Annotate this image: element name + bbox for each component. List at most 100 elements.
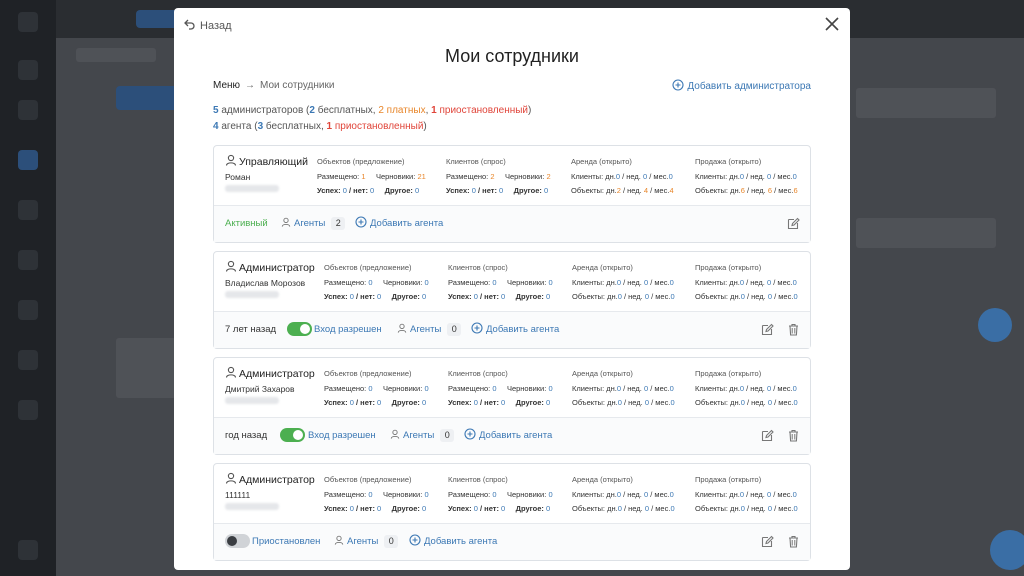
user-icon (225, 154, 237, 169)
placed-label: Размещено: (324, 383, 367, 393)
add-agent-button[interactable]: Добавить агента (471, 322, 559, 337)
drafts-label: Черновики: (382, 383, 423, 393)
week-label: / нед. (746, 292, 766, 301)
agents-link[interactable]: Агенты 0 (397, 323, 462, 336)
sale-clients-day: 0 (739, 383, 745, 393)
objects-title: Объектов (предложение) (317, 157, 405, 166)
clients-success: 0 (473, 504, 478, 513)
add-agent-button[interactable]: Добавить агента (464, 428, 552, 443)
sale-clients-month: 0 (792, 171, 797, 181)
week-label: / нед. (746, 171, 765, 181)
admins-paused-word: приостановленный (436, 105, 529, 116)
clients-stats: Клиентов (спрос) Размещено: 0 Черновики:… (448, 261, 553, 305)
login-toggle[interactable] (225, 534, 250, 548)
objects-success: 0 (349, 504, 354, 513)
agents-close: ) (423, 121, 427, 132)
clients-title: Клиентов (спрос) (448, 369, 508, 378)
other-label: Другое: (384, 186, 413, 195)
trash-icon[interactable] (787, 535, 800, 548)
employee-card-actions: Активный Агенты 2 Добавить агента (214, 206, 810, 242)
agents-count-badge: 0 (447, 323, 462, 336)
clients-day-label: Клиенты: дн. (572, 277, 617, 287)
login-toggle[interactable] (280, 428, 305, 442)
objects-placed: 0 (368, 383, 373, 393)
other-label: Другое: (513, 186, 542, 195)
edit-icon[interactable] (761, 535, 774, 548)
admins-summary: 5 администраторов (2 бесплатных, 2 платн… (213, 103, 531, 119)
edit-icon[interactable] (787, 217, 800, 230)
employee-role: Администратор (225, 472, 315, 487)
objects-placed: 1 (361, 171, 366, 181)
rent-objects-day: 0 (617, 398, 622, 407)
add-admin-button[interactable]: Добавить администратора (672, 79, 811, 94)
clients-no: 0 (501, 504, 506, 513)
agents-label: Агенты (403, 430, 435, 441)
rent-objects-week: 4 (643, 186, 649, 195)
objects-no: 0 (377, 292, 382, 301)
employee-card-actions: 7 лет назад Вход разрешен Агенты 0 Добав… (214, 312, 810, 348)
close-icon[interactable] (822, 14, 842, 34)
drafts-label: Черновики: (504, 171, 545, 181)
drafts-label: Черновики: (506, 489, 547, 499)
toggle-knob (227, 536, 237, 546)
week-label: / нед. (746, 489, 765, 499)
other-label: Другое: (391, 504, 420, 513)
trash-icon[interactable] (787, 429, 800, 442)
week-label: / нед. (623, 277, 642, 287)
sale-clients-week: 0 (766, 277, 772, 287)
edit-icon[interactable] (761, 323, 774, 336)
trash-icon[interactable] (787, 323, 800, 336)
month-label: / мес. (650, 383, 670, 393)
agents-link[interactable]: Агенты 2 (281, 217, 346, 230)
objects-other: 0 (415, 186, 420, 195)
rent-objects: Объекты: дн.0 / нед. 0 / мес.0 (572, 396, 675, 411)
agents-label: Агенты (347, 536, 379, 547)
employee-card-actions: год назад Вход разрешен Агенты 0 Добавит… (214, 418, 810, 454)
objects-stats: Объектов (предложение) Размещено: 0 Черн… (324, 367, 429, 411)
agents-link[interactable]: Агенты 0 (334, 535, 399, 548)
sale-clients-week: 0 (766, 489, 772, 499)
success-label: Успех: (448, 504, 472, 513)
no-label: / нет: (480, 292, 499, 301)
objects-counts: Размещено: 1 Черновики: 21 (317, 170, 426, 185)
breadcrumb-arrow: → (245, 80, 256, 91)
sale-objects-month: 0 (793, 292, 798, 301)
page-title: Мои сотрудники (445, 46, 579, 66)
objects-drafts: 0 (424, 489, 429, 499)
employee-name: Дмитрий Захаров (225, 384, 295, 394)
employee-card: Администратор Владислав Морозов Объектов… (213, 251, 811, 349)
employee-card-top: Администратор Владислав Морозов Объектов… (214, 252, 810, 312)
sale-objects-day: 0 (740, 398, 745, 407)
add-agent-button[interactable]: Добавить агента (409, 534, 497, 549)
rent-clients-day: 0 (616, 277, 622, 287)
sale-clients-month: 0 (792, 277, 797, 287)
rent-title: Аренда (открыто) (572, 263, 633, 272)
month-label: / мес. (651, 504, 671, 513)
breadcrumb-menu[interactable]: Меню (213, 80, 240, 91)
clients-drafts: 0 (548, 489, 553, 499)
employee-card-top: Управляющий Роман Объектов (предложение)… (214, 146, 810, 206)
clients-drafts: 0 (548, 383, 553, 393)
sale-clients-day: 0 (739, 489, 745, 499)
week-label: / нед. (622, 186, 642, 195)
agents-link[interactable]: Агенты 0 (390, 429, 455, 442)
objects-title: Объектов (предложение) (324, 263, 412, 272)
login-toggle[interactable] (287, 322, 312, 336)
no-label: / нет: (356, 504, 375, 513)
drafts-label: Черновики: (382, 277, 423, 287)
clients-other: 0 (544, 186, 549, 195)
other-label: Другое: (391, 292, 420, 301)
edit-icon[interactable] (761, 429, 774, 442)
month-label: / мес. (651, 292, 671, 301)
objects-drafts: 21 (417, 171, 426, 181)
plus-circle-icon (355, 216, 367, 231)
add-agent-label: Добавить агента (424, 536, 498, 547)
sale-objects-month: 0 (793, 504, 798, 513)
blurred-contact (225, 291, 279, 298)
add-agent-button[interactable]: Добавить агента (355, 216, 443, 231)
plus-circle-icon (471, 322, 483, 337)
toggle-knob (293, 430, 303, 440)
sale-stats: Продажа (открыто) Клиенты: дн.0 / нед. 0… (695, 155, 798, 199)
back-link[interactable]: Назад (184, 18, 232, 33)
breadcrumb-current: Мои сотрудники (260, 80, 335, 91)
